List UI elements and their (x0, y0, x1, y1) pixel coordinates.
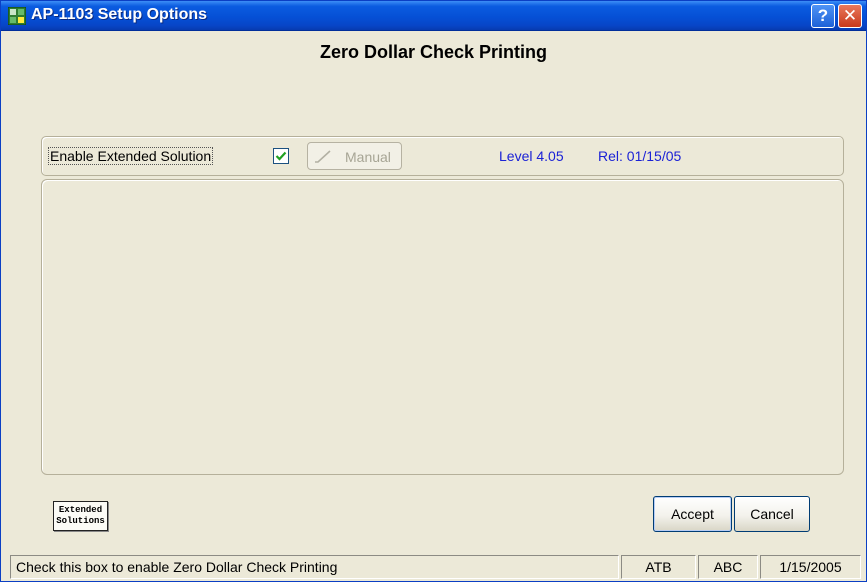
manual-button[interactable]: Manual (307, 142, 402, 170)
status-bar: Check this box to enable Zero Dollar Che… (10, 555, 861, 579)
help-button[interactable]: ? (811, 4, 835, 28)
accept-button[interactable]: Accept (653, 496, 732, 532)
page-heading: Zero Dollar Check Printing (319, 42, 548, 62)
status-message: Check this box to enable Zero Dollar Che… (10, 555, 619, 579)
close-icon: ✕ (842, 6, 858, 25)
logo-line-1: Extended (58, 505, 103, 515)
content-panel (41, 179, 844, 475)
enable-extended-solution-checkbox[interactable] (273, 148, 289, 164)
manual-button-label: Manual (345, 149, 391, 165)
window-title: AP-1103 Setup Options (31, 6, 208, 23)
title-bar[interactable]: AP-1103 Setup Options ? ✕ (1, 1, 866, 31)
help-icon: ? (817, 6, 829, 25)
app-icon (8, 7, 26, 25)
level-text: Level 4.05 (499, 148, 564, 164)
release-text: Rel: 01/15/05 (598, 148, 682, 164)
checkmark-icon (275, 151, 287, 161)
status-user-code: ABC (698, 555, 758, 579)
status-date: 1/15/2005 (760, 555, 861, 579)
status-company-code: ATB (621, 555, 696, 579)
logo-line-2: Solutions (56, 516, 105, 526)
options-bar: Enable Extended Solution Manual Level 4.… (41, 136, 844, 176)
pen-icon (315, 150, 331, 163)
enable-extended-solution-label[interactable]: Enable Extended Solution (48, 147, 214, 165)
close-button[interactable]: ✕ (838, 4, 862, 28)
setup-options-window: AP-1103 Setup Options ? ✕ Zero Dollar Ch… (0, 0, 867, 582)
extended-solutions-logo: Extended Solutions (53, 501, 108, 531)
cancel-button[interactable]: Cancel (734, 496, 810, 532)
